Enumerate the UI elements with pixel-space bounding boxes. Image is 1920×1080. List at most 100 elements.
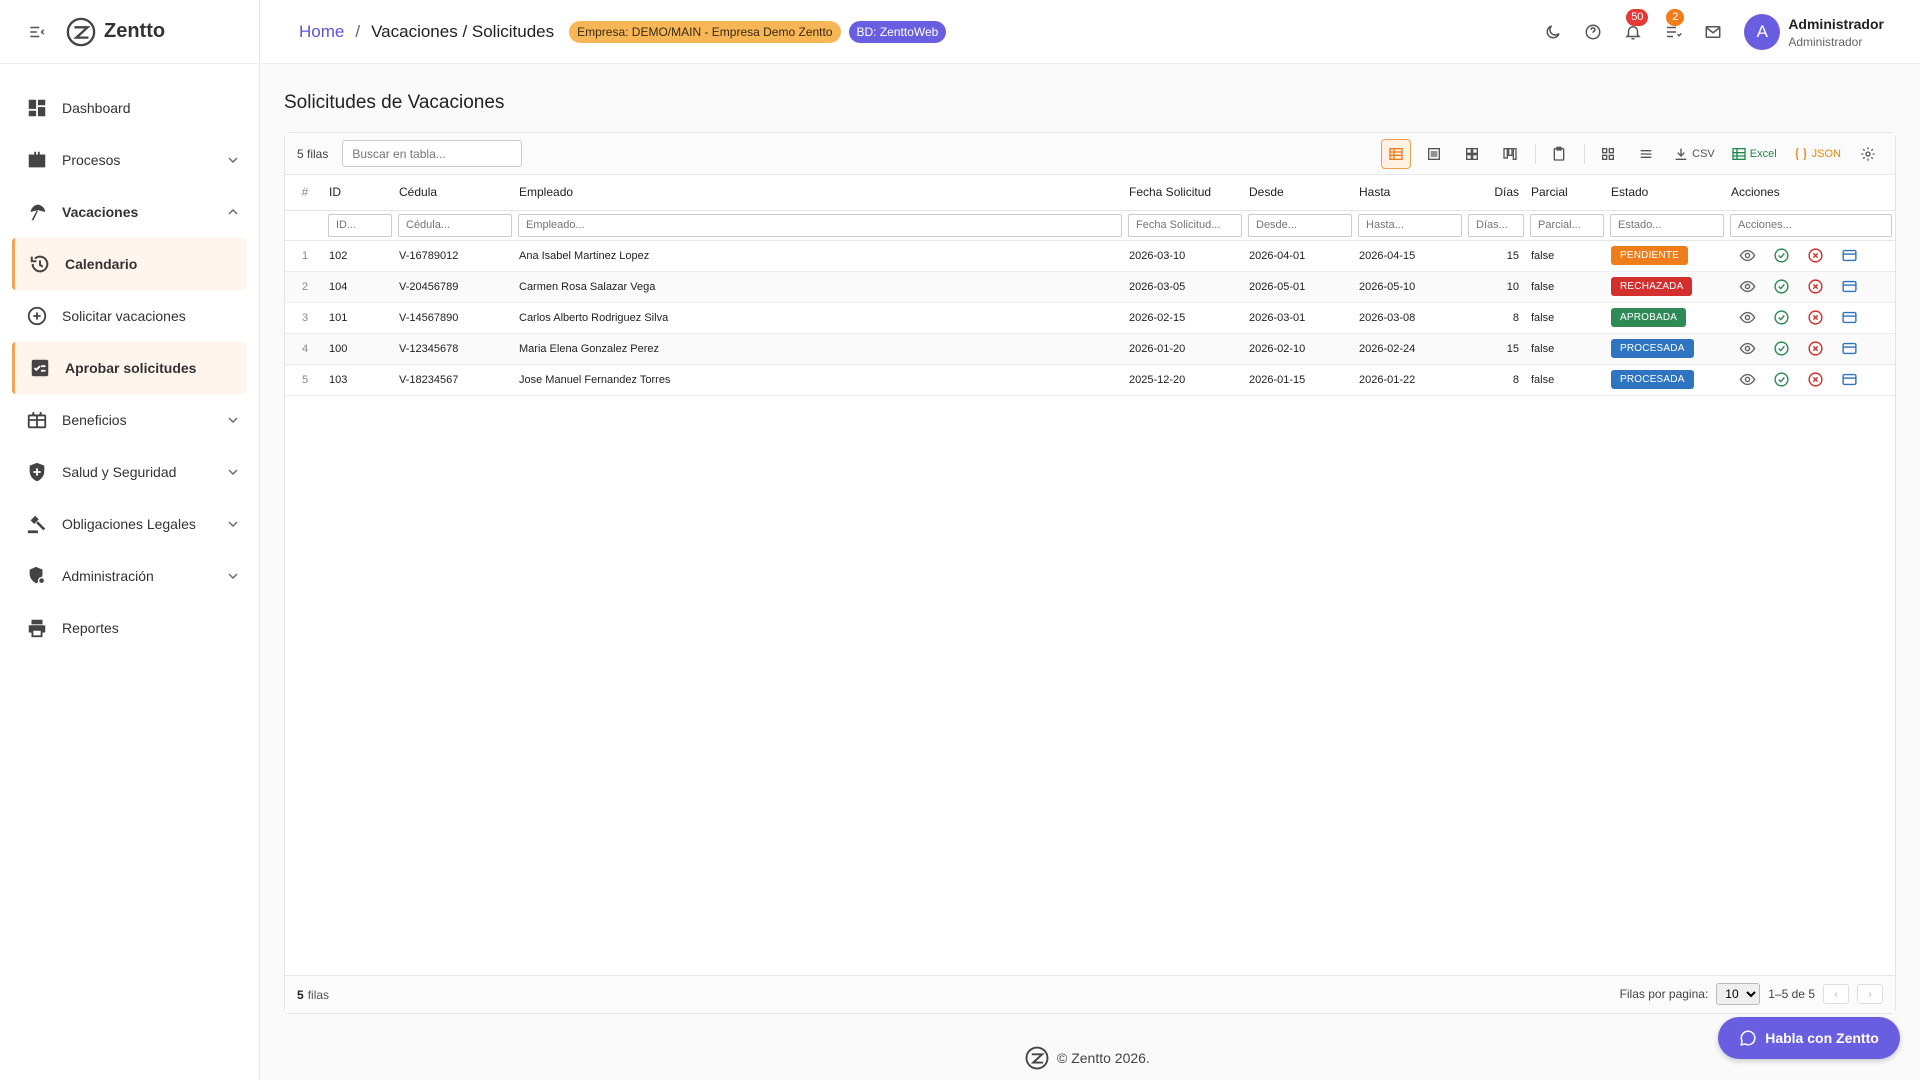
table-row[interactable]: 1 102 V-16789012 Ana Isabel Martinez Lopez 2…	[285, 240, 1895, 272]
filter-empleado-input[interactable]	[518, 213, 1122, 237]
user-name: Administrador	[1788, 15, 1884, 32]
rows-per-page-select[interactable]: 10	[1716, 983, 1761, 1005]
menu-collapse-icon[interactable]	[28, 23, 46, 41]
database-badge[interactable]: BD: ZenttoWeb	[848, 20, 947, 43]
avatar[interactable]: A	[1744, 14, 1781, 50]
page-footer: © Zentto 2026.	[1025, 1046, 1150, 1070]
column-header[interactable]: Fecha Solicitud	[1125, 175, 1245, 211]
column-header[interactable]: Hasta	[1355, 175, 1465, 211]
reject-icon[interactable]	[1807, 309, 1824, 326]
apps-icon	[1602, 148, 1615, 160]
notifications-count-badge: 50	[1626, 9, 1649, 26]
process-payment-icon[interactable]	[1841, 371, 1858, 388]
dark-mode-icon[interactable]	[1544, 23, 1562, 41]
reject-icon[interactable]	[1807, 371, 1824, 388]
column-header[interactable]: Cédula	[395, 175, 515, 211]
empresa-badge[interactable]: Empresa: DEMO/MAIN - Empresa Demo Zentto	[569, 20, 841, 43]
next-page-button[interactable]: ›	[1857, 984, 1883, 1004]
filter-parcial-input[interactable]	[1530, 213, 1604, 237]
filter-fecha-input[interactable]	[1128, 213, 1242, 237]
reject-icon[interactable]	[1807, 247, 1824, 264]
cell-fecha: 2026-03-05	[1125, 271, 1245, 303]
sidebar-item-beneficios[interactable]: Beneficios	[0, 394, 259, 446]
checklist-icon	[31, 359, 49, 377]
view-icon[interactable]	[1739, 309, 1756, 326]
table-row[interactable]: 3 101 V-14567890 Carlos Alberto Rodriguez S…	[285, 302, 1895, 334]
sidebar-item-aprobar-solicitudes[interactable]: Aprobar solicitudes	[12, 342, 247, 394]
sidebar-item-obligaciones-legales[interactable]: Obligaciones Legales	[0, 498, 259, 550]
filter-dias-input[interactable]	[1468, 213, 1524, 237]
tasks-button[interactable]: 2	[1664, 9, 1685, 41]
help-icon[interactable]	[1584, 23, 1602, 41]
view-icon[interactable]	[1739, 371, 1756, 388]
sidebar-item-administracion[interactable]: Administración	[0, 550, 259, 602]
view-table-button[interactable]	[1381, 139, 1412, 169]
sidebar-item-calendario[interactable]: Calendario	[12, 238, 247, 290]
table-row[interactable]: 5 103 V-18234567 Jose Manuel Fernandez Torr…	[285, 364, 1895, 396]
user-info[interactable]: Administrador Administrador	[1788, 16, 1884, 49]
clipboard-button[interactable]	[1544, 139, 1574, 169]
mail-icon[interactable]	[1704, 23, 1722, 41]
filter-cell	[1607, 210, 1727, 241]
export-json-button[interactable]: JSON	[1789, 139, 1845, 169]
cell-acciones	[1727, 333, 1895, 365]
column-header[interactable]: Parcial	[1527, 175, 1607, 211]
chat-button[interactable]: Habla con Zentto	[1718, 1017, 1900, 1059]
table-row[interactable]: 2 104 V-20456789 Carmen Rosa Salazar Vega 20…	[285, 271, 1895, 303]
view-list-button[interactable]	[1419, 139, 1449, 169]
cell-empleado: Maria Elena Gonzalez Perez	[515, 333, 1125, 365]
columns-button[interactable]	[1631, 139, 1661, 169]
density-button[interactable]	[1593, 139, 1623, 169]
prev-page-button[interactable]: ‹	[1823, 984, 1849, 1004]
cell-dias: 15	[1465, 240, 1527, 272]
breadcrumb-home-link[interactable]: Home	[299, 22, 344, 42]
zentto-logo-icon[interactable]	[66, 17, 96, 47]
process-payment-icon[interactable]	[1841, 247, 1858, 264]
column-header[interactable]: Empleado	[515, 175, 1125, 211]
notifications-button[interactable]: 50	[1624, 9, 1649, 41]
grid-settings-button[interactable]	[1853, 139, 1883, 169]
column-header[interactable]: ID	[325, 175, 395, 211]
filter-cedula-input[interactable]	[398, 213, 512, 237]
sidebar-item-solicitar-vacaciones[interactable]: Solicitar vacaciones	[0, 290, 259, 342]
table-row[interactable]: 4 100 V-12345678 Maria Elena Gonzalez Perez…	[285, 333, 1895, 365]
column-header[interactable]: Acciones	[1727, 175, 1895, 211]
process-payment-icon[interactable]	[1841, 278, 1858, 295]
process-payment-icon[interactable]	[1841, 309, 1858, 326]
column-header[interactable]: Estado	[1607, 175, 1727, 211]
cell-dias: 10	[1465, 271, 1527, 303]
process-payment-icon[interactable]	[1841, 340, 1858, 357]
filter-hasta-input[interactable]	[1358, 213, 1462, 237]
view-icon[interactable]	[1739, 278, 1756, 295]
approve-icon[interactable]	[1773, 278, 1790, 295]
reject-icon[interactable]	[1807, 340, 1824, 357]
sidebar-item-salud-seguridad[interactable]: Salud y Seguridad	[0, 446, 259, 498]
approve-icon[interactable]	[1773, 371, 1790, 388]
column-header[interactable]: #	[285, 175, 325, 211]
filter-desde-input[interactable]	[1248, 213, 1352, 237]
sidebar-item-vacaciones[interactable]: Vacaciones	[0, 186, 259, 238]
view-icon[interactable]	[1739, 340, 1756, 357]
approve-icon[interactable]	[1773, 309, 1790, 326]
column-header[interactable]: Desde	[1245, 175, 1355, 211]
filter-estado-input[interactable]	[1610, 213, 1724, 237]
reject-icon[interactable]	[1807, 278, 1824, 295]
brand-bar: Zentto	[0, 0, 259, 64]
sidebar-item-dashboard[interactable]: Dashboard	[0, 82, 259, 134]
column-header[interactable]: Días	[1465, 175, 1527, 211]
export-excel-button[interactable]: Excel	[1727, 139, 1781, 169]
sidebar-item-procesos[interactable]: Procesos	[0, 134, 259, 186]
cell-desde: 2026-05-01	[1245, 271, 1355, 303]
export-csv-button[interactable]: CSV	[1669, 139, 1719, 169]
approve-icon[interactable]	[1773, 247, 1790, 264]
sidebar-item-reportes[interactable]: Reportes	[0, 602, 259, 654]
view-cards-button[interactable]	[1457, 139, 1487, 169]
view-icon[interactable]	[1739, 247, 1756, 264]
filter-acciones-input[interactable]	[1730, 213, 1892, 237]
filter-id-input[interactable]	[328, 213, 392, 237]
chevron-up-icon	[228, 209, 238, 215]
approve-icon[interactable]	[1773, 340, 1790, 357]
view-kanban-button[interactable]	[1495, 139, 1525, 169]
table-search-input[interactable]	[342, 140, 523, 167]
brand-name[interactable]: Zentto	[104, 20, 165, 43]
